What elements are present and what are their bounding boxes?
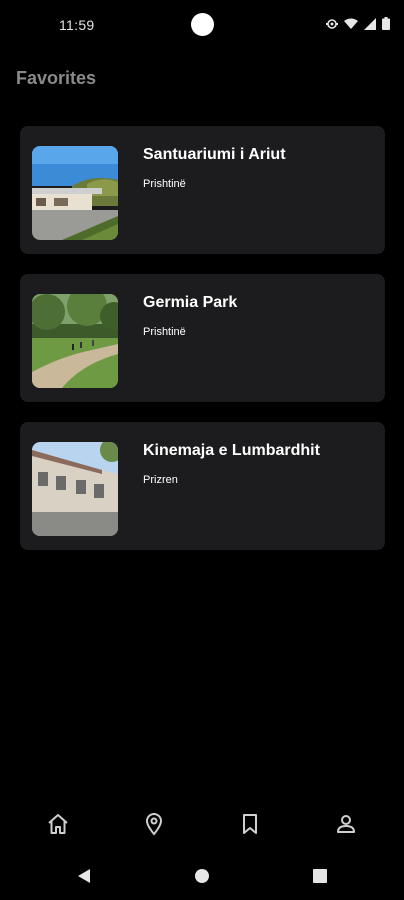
status-icons bbox=[326, 17, 390, 30]
bookmark-icon[interactable] bbox=[226, 800, 274, 848]
status-bar: 11:59 bbox=[0, 0, 404, 52]
location-pin-icon[interactable] bbox=[130, 800, 178, 848]
park-path-photo bbox=[32, 294, 118, 388]
recents-icon[interactable] bbox=[310, 866, 330, 886]
cinema-building-photo bbox=[32, 442, 118, 536]
status-time: 11:59 bbox=[59, 17, 95, 33]
favorites-list: Santuariumi i Ariut Prishtinë Germia Par… bbox=[20, 126, 385, 570]
settings-sync-icon bbox=[326, 18, 338, 30]
favorite-card[interactable]: Germia Park Prishtinë bbox=[20, 274, 385, 402]
back-icon[interactable] bbox=[74, 866, 94, 886]
bottom-navigation bbox=[0, 796, 404, 852]
page-title: Favorites bbox=[16, 68, 97, 88]
favorite-city: Prishtinë bbox=[143, 178, 186, 190]
favorite-city: Prishtinë bbox=[143, 326, 186, 338]
battery-icon bbox=[382, 17, 390, 30]
person-icon[interactable] bbox=[322, 800, 370, 848]
favorite-name: Germia Park bbox=[143, 294, 238, 311]
favorite-name: Santuariumi i Ariut bbox=[143, 146, 286, 163]
home-icon[interactable] bbox=[34, 800, 82, 848]
camera-cutout bbox=[191, 13, 214, 36]
favorite-city: Prizren bbox=[143, 474, 178, 486]
favorite-card[interactable]: Kinemaja e Lumbardhit Prizren bbox=[20, 422, 385, 550]
wifi-icon bbox=[344, 18, 358, 30]
building-with-greenery-photo bbox=[32, 146, 118, 240]
cellular-signal-icon bbox=[364, 17, 376, 30]
system-navigation-bar bbox=[0, 852, 404, 900]
home-circle-icon[interactable] bbox=[192, 866, 212, 886]
favorite-name: Kinemaja e Lumbardhit bbox=[143, 442, 320, 459]
favorite-card[interactable]: Santuariumi i Ariut Prishtinë bbox=[20, 126, 385, 254]
